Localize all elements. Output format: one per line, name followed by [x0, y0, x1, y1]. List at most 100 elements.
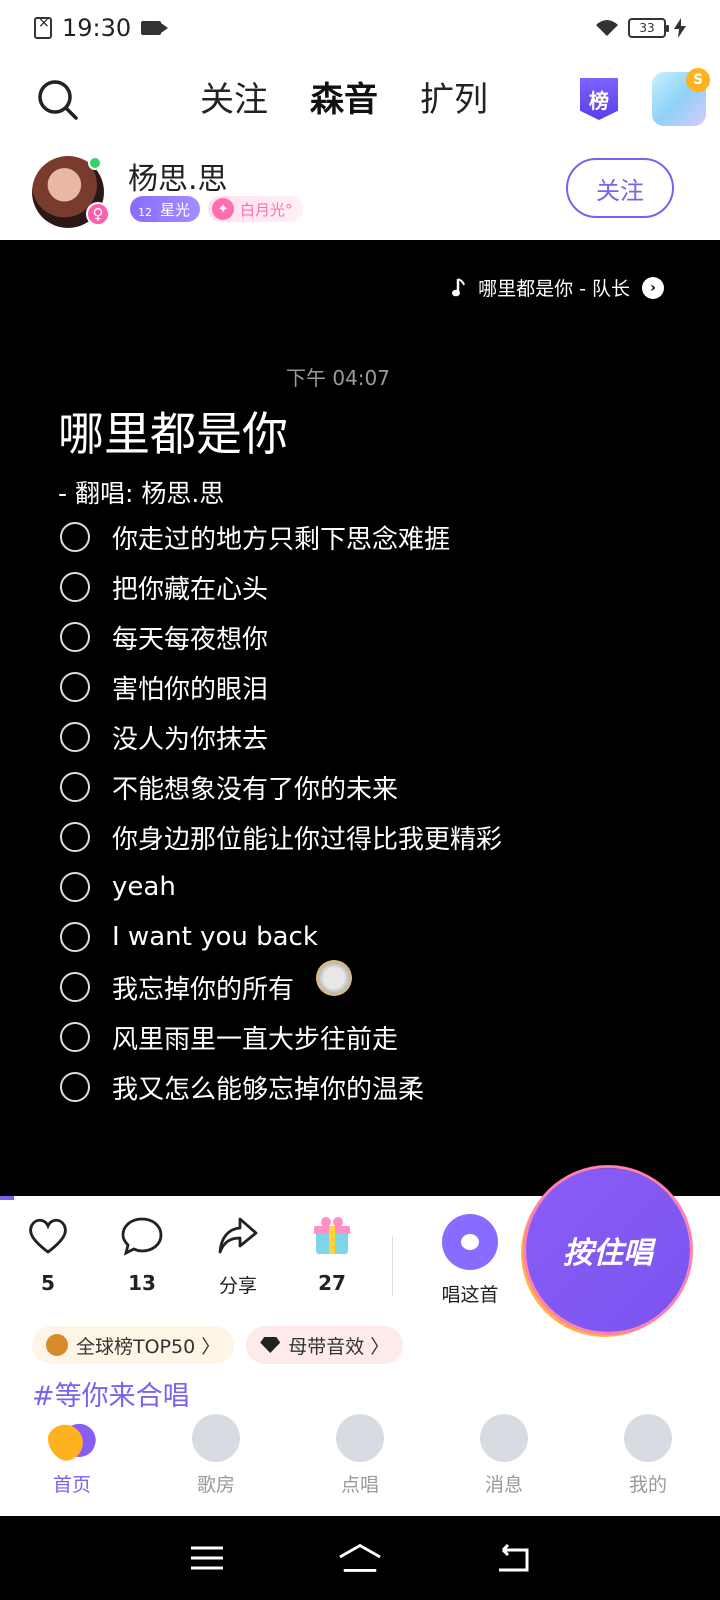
online-status-icon	[88, 156, 102, 170]
lyric-line[interactable]: 害怕你的眼泪	[60, 662, 680, 712]
lyric-line[interactable]: 我又怎么能够忘掉你的温柔	[60, 1062, 680, 1112]
music-note-icon	[452, 277, 466, 296]
sound-effect-tag[interactable]: 母带音效 〉	[246, 1326, 404, 1364]
nav-request-label: 点唱	[340, 1474, 379, 1496]
global-rank-tag[interactable]: 全球榜TOP50 〉	[32, 1326, 235, 1364]
like-count: 5	[41, 1271, 55, 1295]
tab-following[interactable]: 关注	[200, 72, 268, 121]
gift-icon	[314, 1217, 350, 1254]
tab-senyin[interactable]: 森音	[310, 72, 378, 121]
sing-this-label: 唱这首	[441, 1284, 499, 1306]
lyrics-post-panel[interactable]: 哪里都是你 - 队长 › 下午 04:07 哪里都是你 - 翻唱: 杨思.思 你…	[0, 240, 720, 1196]
touch-indicator	[316, 960, 352, 996]
lyric-checkbox[interactable]	[60, 772, 90, 802]
sound-effect-label: 母带音效 〉	[288, 1335, 390, 1358]
lyric-line[interactable]: 风里雨里一直大步往前走	[60, 1012, 680, 1062]
lyric-line[interactable]: 我忘掉你的所有	[60, 962, 680, 1012]
home-system-button[interactable]	[338, 1538, 382, 1578]
follow-button[interactable]: 关注	[566, 158, 674, 218]
disco-ball-icon	[192, 1414, 240, 1462]
nav-profile[interactable]: 我的	[576, 1414, 720, 1516]
star-level-badge: 12 星光	[130, 196, 201, 222]
screenshot-notification-icon	[34, 15, 52, 39]
status-time: 19:30	[62, 14, 132, 42]
search-button[interactable]	[36, 78, 80, 122]
song-title: 哪里都是你	[58, 407, 288, 461]
lyric-checkbox[interactable]	[60, 672, 90, 702]
level-number: 12	[138, 206, 152, 219]
lyric-line[interactable]: 你身边那位能让你过得比我更精彩	[60, 812, 680, 862]
coin-icon: S	[686, 68, 710, 92]
playback-progress-bar	[0, 1196, 14, 1200]
lyric-text: 我忘掉你的所有	[112, 974, 295, 1005]
lyric-checkbox[interactable]	[60, 1072, 90, 1102]
sing-this-button[interactable]: 唱这首	[420, 1214, 520, 1307]
hold-to-sing-button[interactable]: 按住唱	[526, 1168, 690, 1332]
gift-button[interactable]: 27	[292, 1214, 372, 1295]
now-playing-link[interactable]: 哪里都是你 - 队长 ›	[452, 274, 664, 301]
bottom-nav: 首页 歌房 点唱 消息 我的	[0, 1414, 720, 1516]
nav-messages[interactable]: 消息	[432, 1414, 576, 1516]
moonlight-badge: ✦ 白月光°	[208, 196, 303, 222]
star-badge-label: 星光	[160, 200, 191, 219]
share-button[interactable]: 分享	[198, 1214, 278, 1298]
profile-icon	[624, 1414, 672, 1462]
cover-credit: - 翻唱: 杨思.思	[58, 479, 225, 508]
lyric-checkbox[interactable]	[60, 572, 90, 602]
lyric-text: 你走过的地方只剩下思念难捱	[112, 524, 451, 555]
leaderboard-button[interactable]: 榜	[580, 78, 618, 120]
post-tags: 全球榜TOP50 〉 母带音效 〉	[32, 1326, 404, 1364]
lyric-line[interactable]: 把你藏在心头	[60, 562, 680, 612]
share-label: 分享	[218, 1275, 257, 1297]
tab-expand[interactable]: 扩列	[420, 72, 488, 121]
lyrics-list: 你走过的地方只剩下思念难捱 把你藏在心头 每天每夜想你 害怕你的眼泪 没人为你抹…	[60, 512, 680, 1112]
lyric-text: 我又怎么能够忘掉你的温柔	[112, 1074, 425, 1105]
charging-icon	[674, 18, 686, 38]
nav-karaoke-room[interactable]: 歌房	[144, 1414, 288, 1516]
lyric-checkbox[interactable]	[60, 872, 90, 902]
comment-button[interactable]: 13	[102, 1214, 182, 1295]
now-playing-text: 哪里都是你 - 队长	[478, 278, 630, 300]
nav-request-song[interactable]: 点唱	[288, 1414, 432, 1516]
chevron-right-icon: ›	[642, 276, 664, 299]
menu-icon	[190, 1546, 223, 1570]
lyric-checkbox[interactable]	[60, 522, 90, 552]
lyric-checkbox[interactable]	[60, 1022, 90, 1052]
user-badges: 12 星光 ✦ 白月光°	[130, 196, 303, 222]
lyric-checkbox[interactable]	[60, 822, 90, 852]
lyric-checkbox[interactable]	[60, 722, 90, 752]
lyric-line[interactable]: 没人为你抹去	[60, 712, 680, 762]
comment-count: 13	[128, 1271, 156, 1295]
message-icon	[480, 1414, 528, 1462]
home-outline-icon	[339, 1543, 381, 1572]
share-icon	[218, 1217, 258, 1254]
search-icon	[38, 80, 78, 120]
lyric-line[interactable]: yeah	[60, 862, 680, 912]
like-button[interactable]: 5	[8, 1214, 88, 1295]
back-button[interactable]	[491, 1538, 535, 1578]
heart-icon	[29, 1218, 67, 1254]
lyric-checkbox[interactable]	[60, 972, 90, 1002]
comment-icon	[121, 1217, 163, 1256]
nav-home[interactable]: 首页	[0, 1414, 144, 1516]
nav-karaoke-label: 歌房	[196, 1474, 235, 1496]
globe-icon	[46, 1334, 68, 1356]
status-bar: 19:30 33	[0, 0, 720, 56]
lyric-checkbox[interactable]	[60, 922, 90, 952]
action-divider	[392, 1236, 393, 1296]
lyric-line[interactable]: I want you back	[60, 912, 680, 962]
treasure-box-button[interactable]: S	[652, 68, 710, 126]
system-nav-bar	[0, 1516, 720, 1600]
hashtag-link[interactable]: #等你来合唱	[32, 1374, 190, 1413]
lyric-text: 风里雨里一直大步往前走	[112, 1024, 399, 1055]
recent-apps-button[interactable]	[185, 1538, 229, 1578]
nav-messages-label: 消息	[484, 1474, 523, 1496]
lyric-line[interactable]: 不能想象没有了你的未来	[60, 762, 680, 812]
female-gender-icon: ♀	[86, 202, 110, 226]
username[interactable]: 杨思.思	[128, 154, 228, 198]
lyric-line[interactable]: 你走过的地方只剩下思念难捱	[60, 512, 680, 562]
lyric-checkbox[interactable]	[60, 622, 90, 652]
lyric-line[interactable]: 每天每夜想你	[60, 612, 680, 662]
lyric-text: yeah	[112, 872, 176, 902]
back-icon	[499, 1544, 529, 1572]
